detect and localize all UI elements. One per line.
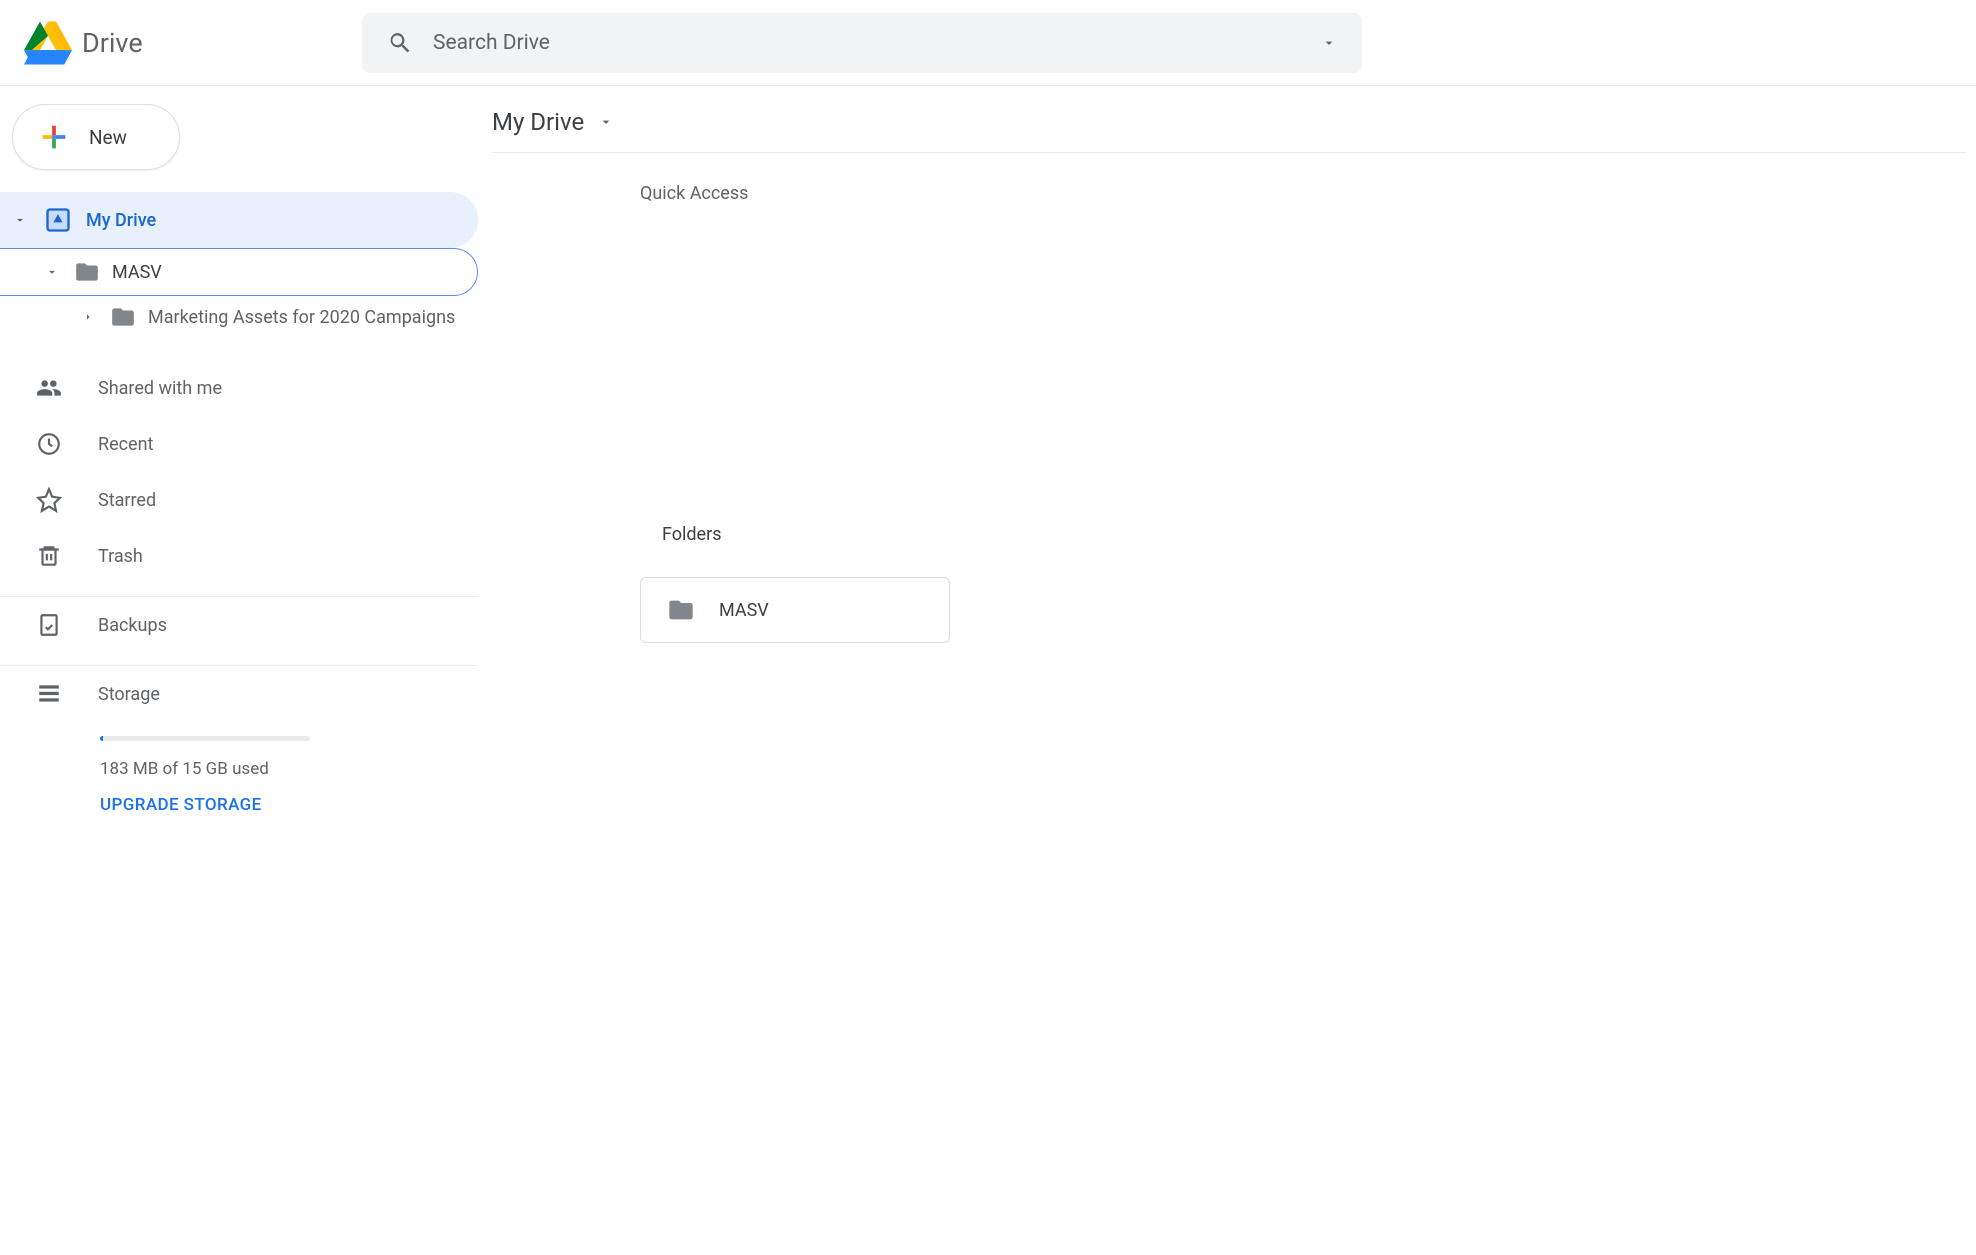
tree-item-masv[interactable]: MASV (0, 248, 478, 296)
tree-item-label: MASV (112, 262, 162, 283)
trash-icon (36, 543, 62, 569)
sidebar-item-label: My Drive (86, 210, 156, 231)
people-icon (36, 375, 62, 401)
sidebar-item-label: Starred (98, 490, 156, 511)
plus-icon (37, 120, 71, 154)
sidebar-item-label: Trash (98, 546, 143, 567)
chevron-down-icon[interactable] (598, 114, 614, 130)
quick-access-area (492, 204, 1966, 524)
storage-usage-text: 183 MB of 15 GB used (100, 759, 478, 779)
sidebar-item-trash[interactable]: Trash (0, 528, 478, 584)
folders-label: Folders (662, 524, 1966, 545)
storage-block: 183 MB of 15 GB used UPGRADE STORAGE (0, 722, 478, 815)
drive-folder-icon (44, 206, 72, 234)
sidebar-item-recent[interactable]: Recent (0, 416, 478, 472)
breadcrumb-label: My Drive (492, 108, 584, 136)
chevron-right-icon[interactable] (78, 311, 98, 323)
folder-card-label: MASV (719, 600, 769, 621)
clock-icon (36, 431, 62, 457)
new-button[interactable]: New (12, 104, 180, 170)
brand[interactable]: Drive (24, 21, 354, 65)
folder-icon (110, 304, 136, 330)
sidebar-item-label: Backups (98, 615, 167, 636)
search-options-caret-icon[interactable] (1321, 35, 1337, 51)
app-name: Drive (82, 27, 143, 59)
folder-icon (74, 259, 100, 285)
upgrade-storage-link[interactable]: UPGRADE STORAGE (100, 795, 478, 815)
folder-card[interactable]: MASV (640, 577, 950, 643)
folder-icon (667, 596, 695, 624)
backups-icon (36, 612, 62, 638)
breadcrumb[interactable]: My Drive (492, 108, 1966, 153)
drive-logo-icon (24, 21, 72, 65)
storage-icon (36, 681, 62, 707)
app-header: Drive (0, 0, 1976, 86)
sidebar-item-label: Storage (98, 684, 160, 705)
new-button-label: New (89, 126, 127, 149)
search-bar[interactable] (362, 13, 1362, 73)
quick-access-label: Quick Access (640, 183, 1966, 204)
sidebar: New My Drive MASV (0, 86, 478, 815)
sidebar-item-label: Shared with me (98, 378, 222, 399)
sidebar-item-storage[interactable]: Storage (0, 666, 478, 722)
sidebar-item-shared[interactable]: Shared with me (0, 360, 478, 416)
chevron-down-icon[interactable] (10, 213, 30, 227)
search-input[interactable] (433, 31, 1301, 55)
main-content: My Drive Quick Access Folders MASV (478, 86, 1976, 815)
tree-item-marketing[interactable]: Marketing Assets for 2020 Campaigns (0, 296, 478, 338)
tree-item-label: Marketing Assets for 2020 Campaigns (148, 307, 455, 328)
sidebar-item-starred[interactable]: Starred (0, 472, 478, 528)
chevron-down-icon[interactable] (42, 265, 62, 279)
star-icon (36, 487, 62, 513)
sidebar-item-my-drive[interactable]: My Drive (0, 192, 478, 248)
sidebar-item-backups[interactable]: Backups (0, 597, 478, 653)
search-icon[interactable] (387, 30, 413, 56)
storage-meter (100, 736, 310, 741)
sidebar-item-label: Recent (98, 434, 153, 455)
